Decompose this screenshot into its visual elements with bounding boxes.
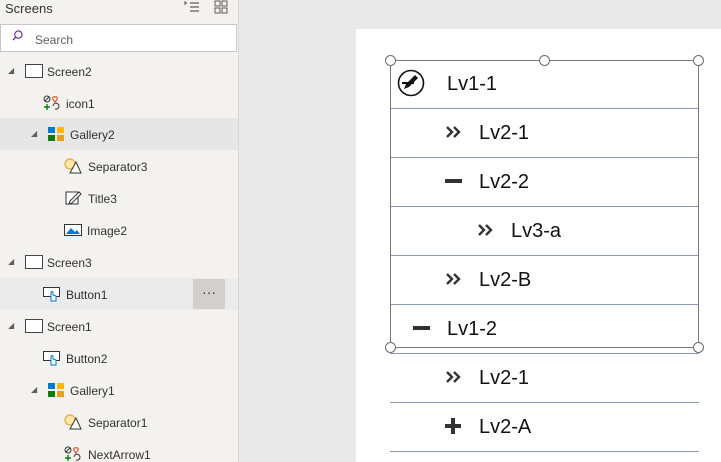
- tree-node-image2[interactable]: Image2: [0, 214, 238, 246]
- button-icon: [43, 287, 60, 302]
- icons-control-icon: [64, 446, 81, 461]
- search-icon: [12, 30, 23, 41]
- tree-node-title3[interactable]: Title3: [0, 182, 238, 214]
- tree-node-gallery1[interactable]: ◢ Gallery1: [0, 374, 238, 406]
- gallery-icon: [48, 383, 64, 397]
- tree-node-label: NextArrow1: [88, 448, 151, 462]
- tree-node-label: Button1: [66, 288, 108, 302]
- tree-node-button2[interactable]: Button2: [0, 342, 238, 374]
- tree-node-button1[interactable]: Button1 ···: [0, 278, 238, 310]
- collapse-caret-icon[interactable]: ◢: [31, 129, 37, 138]
- gallery-row-text: Lv2-1: [479, 122, 530, 144]
- double-chevron-icon[interactable]: [444, 271, 464, 287]
- gallery-icon: [48, 127, 64, 141]
- edit-icon[interactable]: [396, 69, 426, 97]
- gallery-row-text: Lv1-1: [447, 73, 498, 95]
- tree-node-label: icon1: [66, 97, 95, 111]
- resize-handle-top[interactable]: [539, 55, 550, 66]
- tree-node-label: Title3: [88, 192, 117, 206]
- shape-icon: [64, 158, 82, 174]
- tree-node-gallery2[interactable]: ◢ Gallery2: [0, 118, 238, 150]
- tree-node-label: Button2: [66, 352, 108, 366]
- tree-node-separator3[interactable]: Separator3: [0, 150, 238, 182]
- collapse-caret-icon[interactable]: ◢: [31, 385, 37, 394]
- label-edit-icon: [65, 191, 82, 205]
- minus-icon[interactable]: [412, 320, 432, 336]
- minus-icon[interactable]: [444, 173, 464, 189]
- resize-handle-bottom-left[interactable]: [385, 342, 396, 353]
- tree-node-label: Separator1: [88, 416, 148, 430]
- gallery-row[interactable]: Lv1-2: [390, 305, 699, 354]
- gallery-row[interactable]: Lv3-a: [390, 207, 699, 256]
- gallery-row-text: Lv2-A: [479, 416, 532, 438]
- collapse-caret-icon[interactable]: ◢: [8, 66, 14, 75]
- gallery-row-text: Lv3-a: [511, 220, 562, 242]
- more-options-button[interactable]: ···: [193, 279, 225, 309]
- tree-node-label: Screen3: [47, 256, 92, 270]
- button-icon: [43, 351, 60, 366]
- tree-node-label: Gallery2: [70, 128, 115, 142]
- plus-icon[interactable]: [444, 418, 464, 434]
- shape-icon: [64, 414, 82, 430]
- tree-node-screen2[interactable]: ◢ Screen2: [0, 55, 238, 87]
- double-chevron-icon[interactable]: [476, 222, 496, 238]
- tree-node-label: Separator3: [88, 160, 148, 174]
- gallery-row[interactable]: Lv2-2: [390, 158, 699, 207]
- screen-icon: [25, 64, 43, 78]
- resize-handle-top-left[interactable]: [385, 55, 396, 66]
- gallery-row[interactable]: Lv2-A: [390, 403, 699, 452]
- resize-handle-top-right[interactable]: [693, 55, 704, 66]
- screen-icon: [25, 255, 43, 269]
- tree-node-label: Image2: [87, 224, 128, 238]
- tree-title: Screens: [5, 1, 53, 16]
- thumbnail-view-icon[interactable]: [214, 0, 228, 18]
- search-box[interactable]: Search: [0, 24, 237, 52]
- tree-node-icon1[interactable]: icon1: [0, 87, 238, 119]
- gallery-row[interactable]: Lv2-1: [390, 354, 699, 403]
- tree-node-screen3[interactable]: ◢ Screen3: [0, 246, 238, 278]
- collapse-caret-icon[interactable]: ◢: [8, 257, 14, 266]
- gallery-row-text: Lv1-2: [447, 318, 498, 340]
- double-chevron-icon[interactable]: [444, 369, 464, 385]
- image-icon: [64, 224, 82, 236]
- double-chevron-icon[interactable]: [444, 124, 464, 140]
- tree-header: Screens: [0, 0, 238, 20]
- tree-view-panel: Screens Search ◢ Screen2 icon1 ◢ Gallery…: [0, 0, 239, 462]
- icons-control-icon: [43, 95, 60, 110]
- gallery-row[interactable]: Lv1-1: [390, 60, 699, 109]
- list-view-icon[interactable]: [184, 0, 200, 18]
- tree-node-screen1[interactable]: ◢ Screen1: [0, 310, 238, 342]
- tree-node-nextarrow1[interactable]: NextArrow1: [0, 438, 238, 462]
- gallery-row-text: Lv2-1: [479, 367, 530, 389]
- screen-icon: [25, 319, 43, 333]
- tree-node-label: Gallery1: [70, 384, 115, 398]
- search-input[interactable]: Search: [35, 33, 73, 47]
- gallery-row[interactable]: Lv2-1: [390, 109, 699, 158]
- gallery-row[interactable]: Lv2-B: [390, 256, 699, 305]
- gallery-row-text: Lv2-2: [479, 171, 530, 193]
- tree-node-label: Screen1: [47, 320, 92, 334]
- resize-handle-bottom-right[interactable]: [693, 342, 704, 353]
- gallery-row-text: Lv2-B: [479, 269, 532, 291]
- collapse-caret-icon[interactable]: ◢: [8, 321, 14, 330]
- tree-node-separator1[interactable]: Separator1: [0, 406, 238, 438]
- tree-node-label: Screen2: [47, 65, 92, 79]
